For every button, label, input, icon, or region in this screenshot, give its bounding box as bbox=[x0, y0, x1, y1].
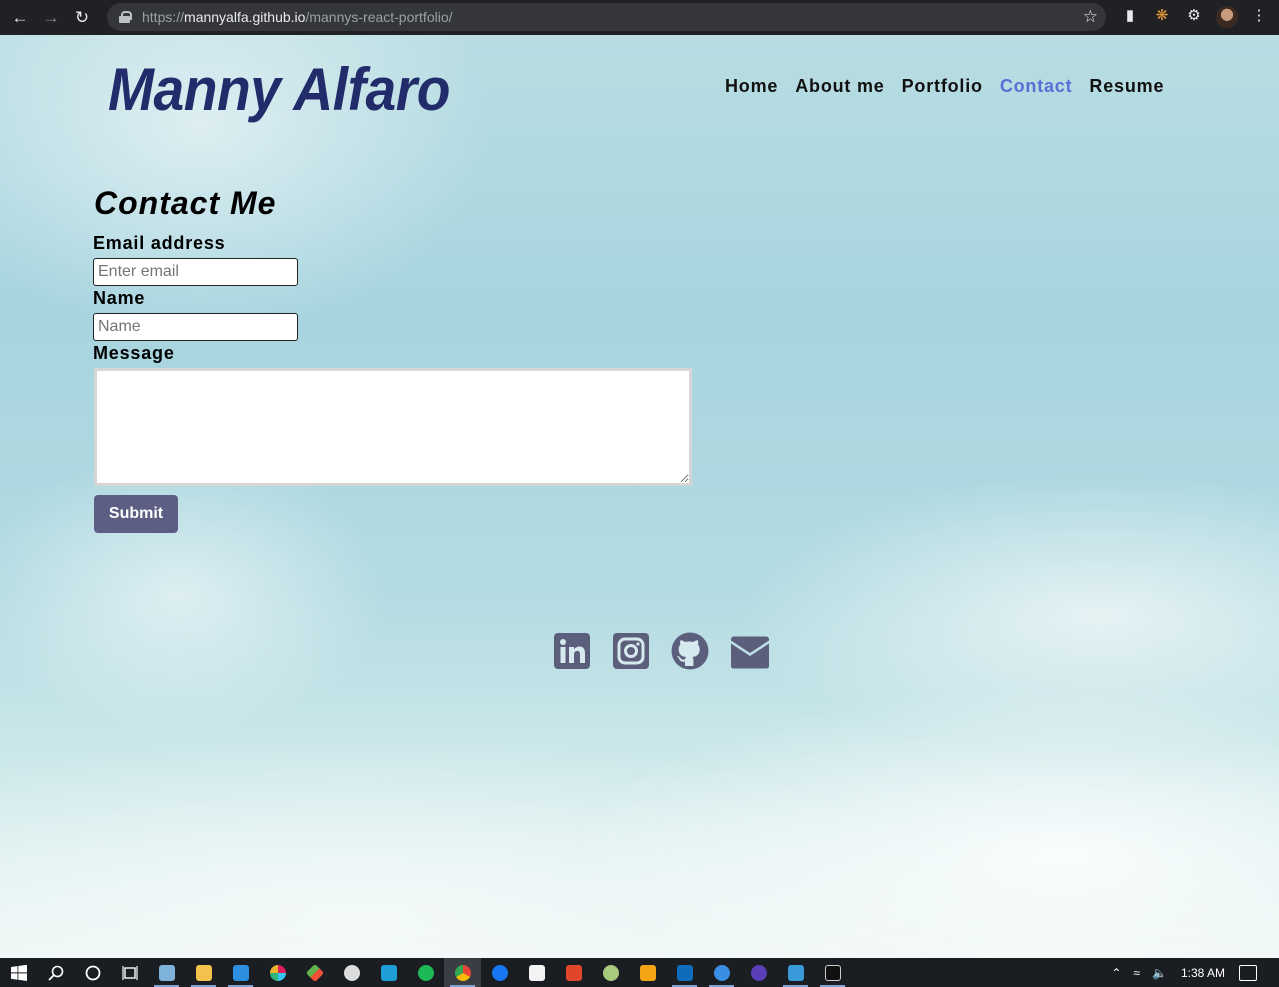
nav-home[interactable]: Home bbox=[725, 76, 778, 97]
profile-avatar[interactable] bbox=[1216, 6, 1238, 28]
volume-icon[interactable]: 🔈 bbox=[1152, 966, 1167, 980]
menu-kebab-icon[interactable]: ⋮ bbox=[1249, 6, 1269, 26]
start-windows-icon[interactable] bbox=[0, 958, 37, 987]
chevron-up-icon[interactable]: ⌃ bbox=[1111, 966, 1121, 980]
github-icon[interactable] bbox=[671, 632, 711, 672]
notification-icon[interactable] bbox=[1239, 964, 1257, 981]
github-desktop-icon[interactable] bbox=[333, 958, 370, 987]
extensions-puzzle-icon[interactable]: ⚙ bbox=[1184, 6, 1204, 26]
office-icon[interactable] bbox=[555, 958, 592, 987]
url-text[interactable]: https://mannyalfa.github.io/mannys-react… bbox=[142, 9, 453, 25]
media-player-icon[interactable] bbox=[629, 958, 666, 987]
name-field[interactable] bbox=[93, 313, 298, 341]
page-title: Contact Me bbox=[94, 185, 277, 221]
windows-taskbar: ⌃ ≈ 🔈 1:38 AM bbox=[0, 958, 1279, 987]
email-field[interactable] bbox=[93, 258, 298, 286]
site-nav: Home About me Portfolio Contact Resume bbox=[725, 76, 1164, 97]
spotify-icon[interactable] bbox=[407, 958, 444, 987]
message-field[interactable] bbox=[94, 368, 692, 486]
address-bar[interactable]: https://mannyalfa.github.io/mannys-react… bbox=[107, 3, 1106, 31]
terminal-icon[interactable] bbox=[814, 958, 851, 987]
nav-about-me[interactable]: About me bbox=[795, 76, 884, 97]
nav-resume[interactable]: Resume bbox=[1089, 76, 1164, 97]
wifi-icon[interactable]: ≈ bbox=[1133, 966, 1140, 980]
nav-portfolio[interactable]: Portfolio bbox=[902, 76, 983, 97]
instagram-icon[interactable] bbox=[612, 632, 652, 672]
clock[interactable]: 1:38 AM bbox=[1181, 966, 1225, 980]
reload-icon[interactable]: ↻ bbox=[71, 7, 93, 29]
browser-toolbar: ← → ↻ https://mannyalfa.github.io/mannys… bbox=[0, 0, 1279, 35]
git-icon[interactable] bbox=[296, 958, 333, 987]
message-label: Message bbox=[93, 343, 175, 363]
photos-icon[interactable] bbox=[777, 958, 814, 987]
firefox-icon[interactable] bbox=[703, 958, 740, 987]
url-path: /mannys-react-portfolio/ bbox=[305, 9, 453, 25]
paint-icon[interactable] bbox=[592, 958, 629, 987]
contact-form: Contact Me Email address Name Message Su… bbox=[93, 185, 692, 533]
system-tray: ⌃ ≈ 🔈 1:38 AM bbox=[1105, 958, 1279, 987]
bookmark-star-icon[interactable]: ☆ bbox=[1083, 7, 1098, 27]
nav-contact[interactable]: Contact bbox=[1000, 76, 1073, 97]
search-icon[interactable] bbox=[37, 958, 74, 987]
submit-button[interactable]: Submit bbox=[94, 495, 178, 533]
store-icon[interactable] bbox=[518, 958, 555, 987]
extension-shield-icon[interactable]: ▮ bbox=[1120, 6, 1140, 26]
url-host: mannyalfa.github.io bbox=[184, 9, 306, 25]
page-viewport: Manny Alfaro Home About me Portfolio Con… bbox=[0, 35, 1279, 958]
task-view-icon[interactable] bbox=[111, 958, 148, 987]
notepad-icon[interactable] bbox=[148, 958, 185, 987]
extension-bug-icon[interactable]: ❋ bbox=[1152, 6, 1172, 26]
social-links bbox=[553, 632, 770, 672]
back-arrow-icon[interactable]: ← bbox=[9, 7, 31, 29]
email-label: Email address bbox=[93, 233, 226, 253]
name-label: Name bbox=[93, 288, 146, 308]
outlook-icon[interactable] bbox=[666, 958, 703, 987]
file-explorer-icon[interactable] bbox=[185, 958, 222, 987]
facebook-icon[interactable] bbox=[481, 958, 518, 987]
site-logo[interactable]: Manny Alfaro bbox=[108, 55, 451, 124]
vscode-icon[interactable] bbox=[222, 958, 259, 987]
chrome-icon[interactable] bbox=[444, 958, 481, 987]
envelope-icon[interactable] bbox=[730, 632, 770, 672]
cortana-icon[interactable] bbox=[74, 958, 111, 987]
forward-arrow-icon[interactable]: → bbox=[40, 7, 62, 29]
linkedin-icon[interactable] bbox=[553, 632, 593, 672]
kite-icon[interactable] bbox=[370, 958, 407, 987]
url-scheme: https:// bbox=[142, 9, 185, 25]
tor-icon[interactable] bbox=[740, 958, 777, 987]
slack-icon[interactable] bbox=[259, 958, 296, 987]
lock-icon bbox=[119, 11, 132, 23]
